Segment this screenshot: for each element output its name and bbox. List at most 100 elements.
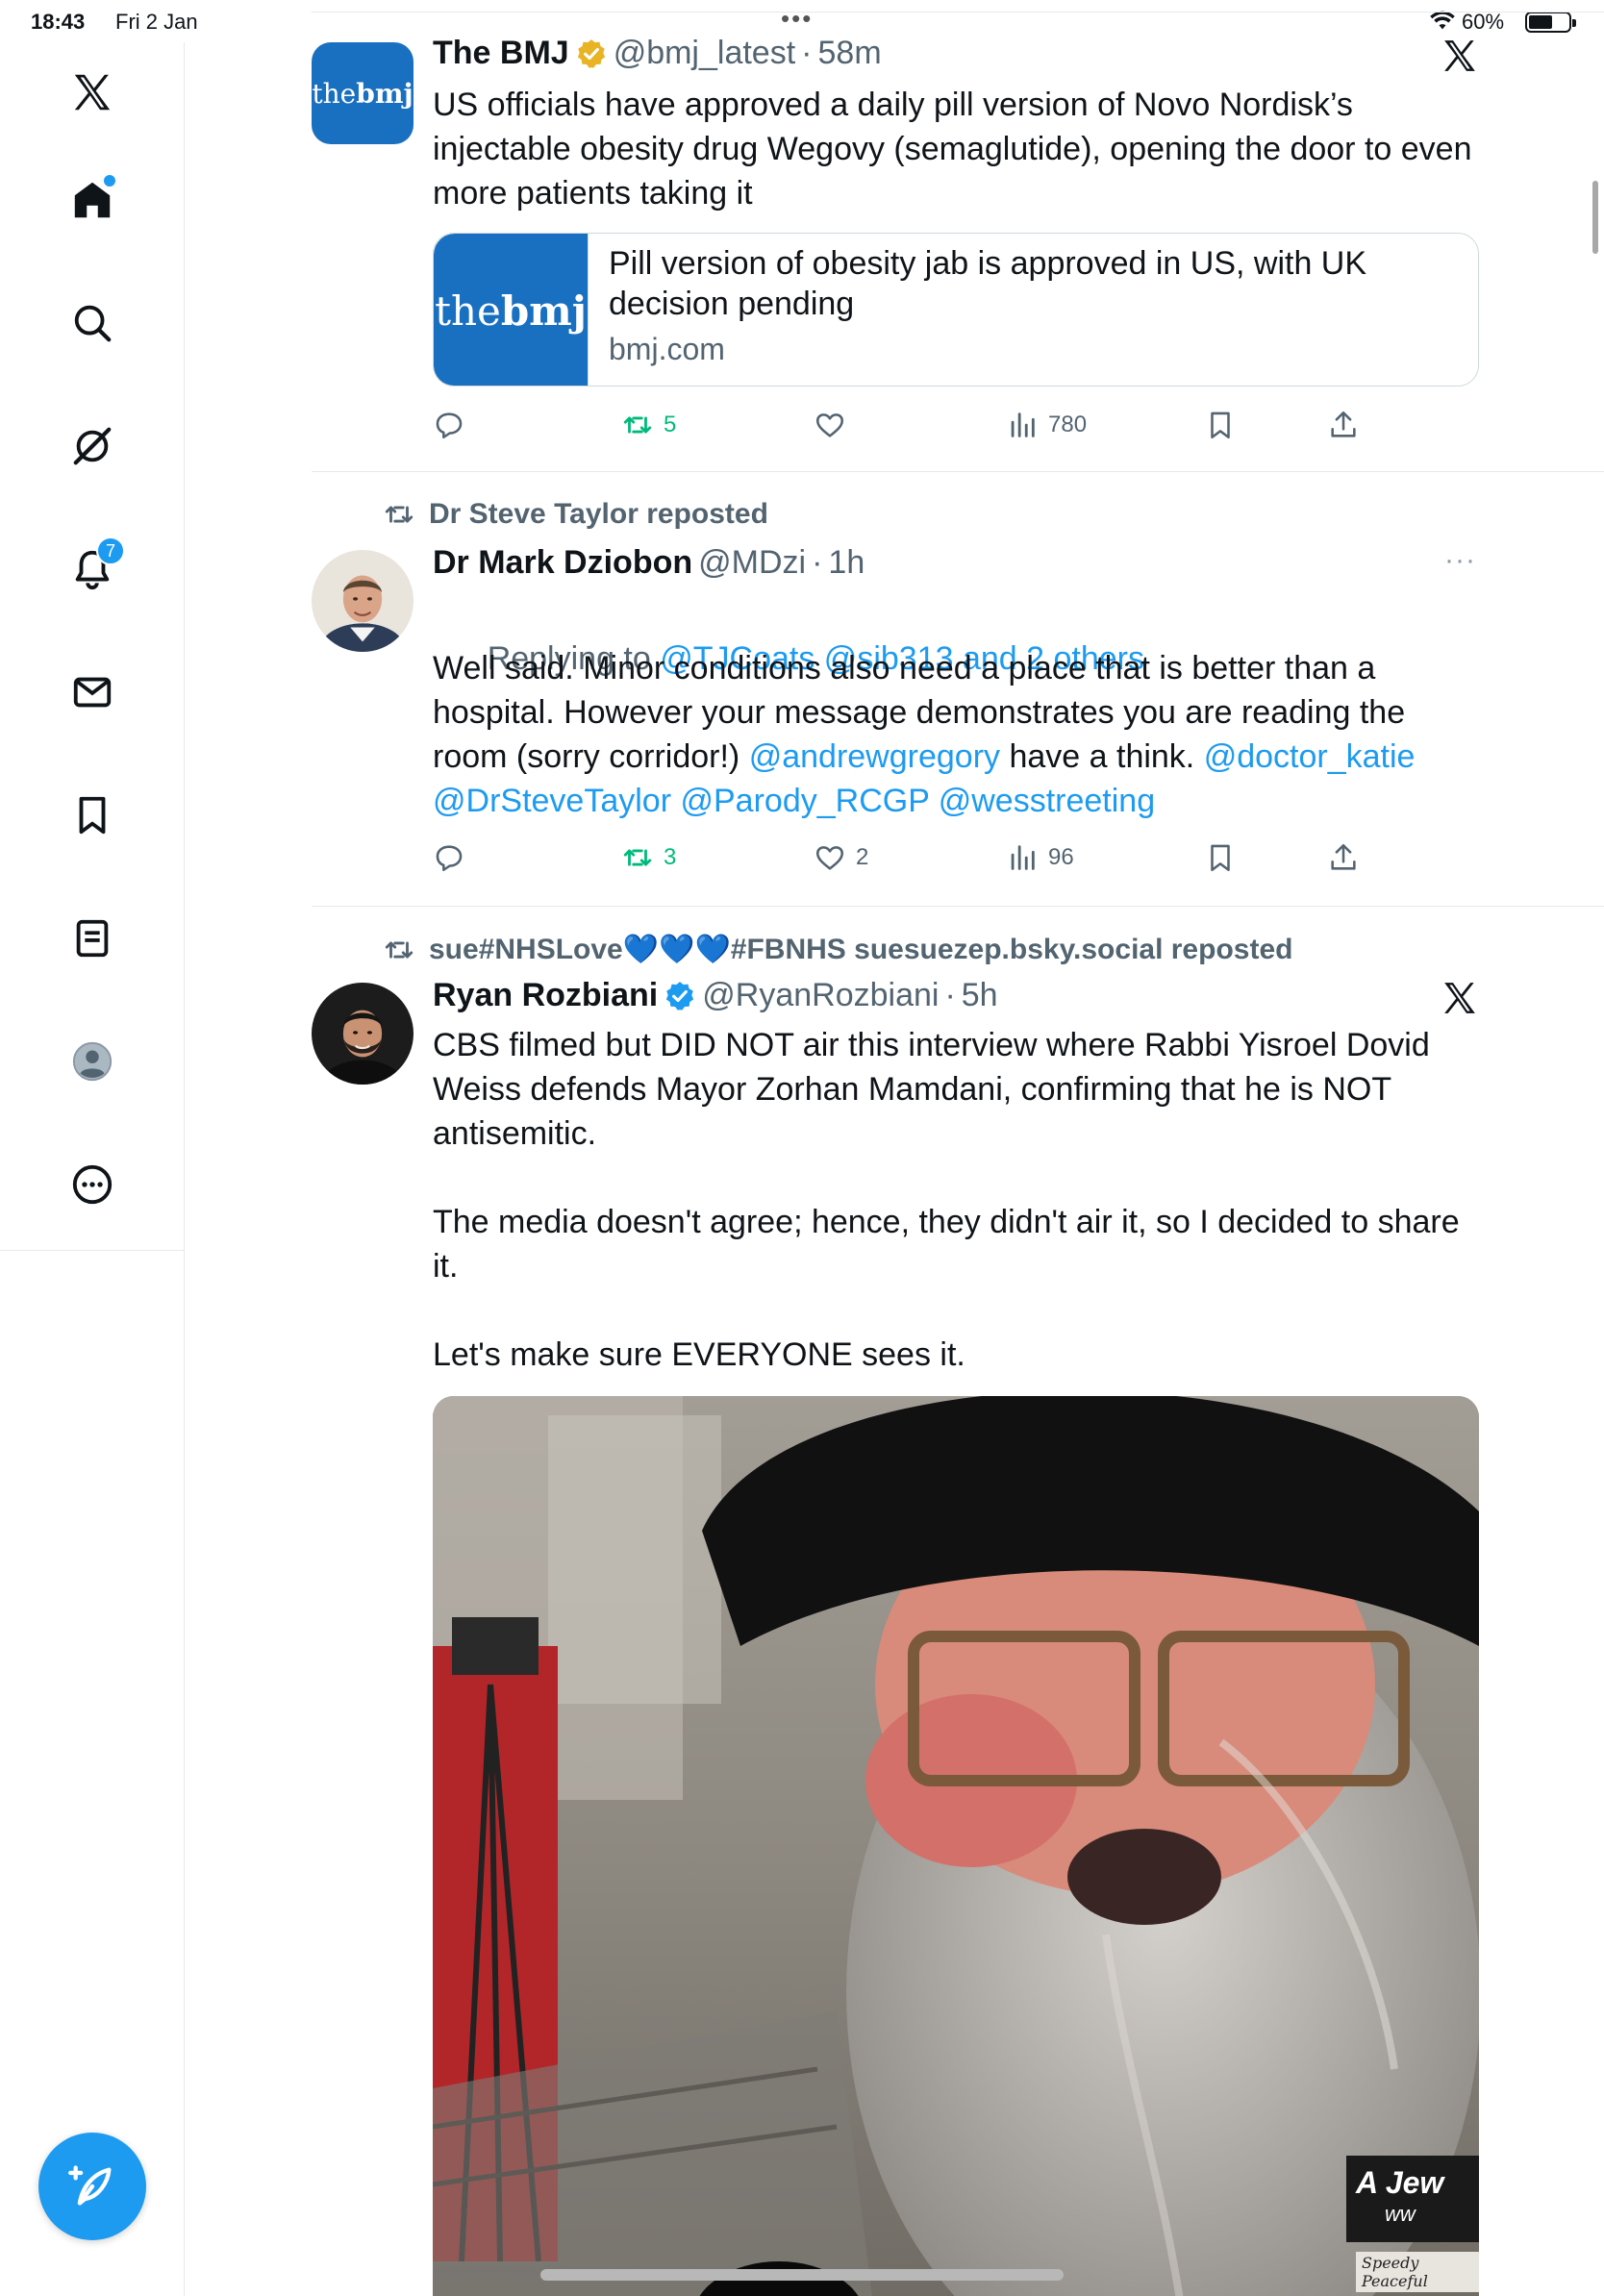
rozbiani-avatar[interactable]: [312, 983, 414, 1085]
mention-link[interactable]: @DrSteveTaylor: [433, 783, 671, 819]
tweet-text: Well said. Minor conditions also need a …: [433, 646, 1481, 823]
author-handle[interactable]: @bmj_latest: [614, 35, 795, 72]
bmj-avatar[interactable]: the bmj: [312, 42, 414, 144]
timeline-feed: the bmj The BMJ @bmj_latest · 58m US offi…: [185, 0, 1604, 2296]
compose-button[interactable]: [38, 2133, 146, 2240]
link-card-thumbnail: the bmj: [434, 234, 588, 386]
sidebar-item-bookmarks[interactable]: [63, 786, 121, 844]
tweet-actions: 5 780: [433, 406, 1394, 444]
analytics-icon: [1011, 845, 1035, 870]
sidebar-item-home[interactable]: [63, 171, 121, 229]
compose-feather-icon: [68, 2165, 112, 2206]
repost-button[interactable]: 3: [621, 838, 676, 877]
tweet-divider: [312, 906, 1604, 907]
bookmark-button[interactable]: [1204, 406, 1237, 444]
author-name[interactable]: The BMJ: [433, 35, 569, 72]
repost-indicator: Dr Steve Taylor reposted: [383, 498, 768, 531]
separator-dot: ·: [812, 544, 823, 581]
sidebar-item-grok[interactable]: [63, 417, 121, 475]
reply-button[interactable]: [433, 838, 475, 877]
author-handle[interactable]: @RyanRozbiani: [702, 977, 939, 1014]
repost-icon: [623, 416, 652, 434]
home-notification-dot: [104, 175, 115, 187]
repost-count: 3: [664, 844, 677, 870]
sidebar-item-more[interactable]: [63, 1156, 121, 1213]
x-logo-icon[interactable]: [63, 63, 121, 121]
reposted-by-text[interactable]: sue#NHSLove💙💙💙#FBNHS suesuezep.bsky.soci…: [429, 933, 1292, 966]
repost-icon: [385, 941, 414, 958]
views-button[interactable]: 96: [1006, 838, 1074, 877]
tweet-time[interactable]: 58m: [818, 35, 882, 72]
person-photo: [312, 550, 414, 652]
tweet-time[interactable]: 1h: [828, 544, 865, 582]
status-time: 18:43: [31, 10, 86, 34]
reply-icon: [436, 412, 463, 439]
sidebar-item-profile[interactable]: [63, 1033, 121, 1090]
link-card-separator: [588, 234, 589, 386]
home-indicator[interactable]: [540, 2269, 1064, 2281]
video-thumbnail: [433, 1396, 1479, 2296]
tweet-time[interactable]: 5h: [962, 977, 998, 1014]
tweet-actions: 3 2 96: [433, 838, 1394, 877]
like-button[interactable]: 2: [814, 838, 868, 877]
link-preview-card[interactable]: the bmj Pill version of obesity jab is ap…: [433, 233, 1479, 387]
bookmark-icon: [79, 796, 106, 835]
heart-icon: [815, 413, 844, 437]
views-button[interactable]: 780: [1006, 406, 1087, 444]
share-button[interactable]: [1327, 406, 1360, 444]
reposted-by-text[interactable]: Dr Steve Taylor reposted: [429, 498, 768, 531]
search-icon: [74, 305, 112, 342]
more-options-button[interactable]: ···: [1444, 544, 1476, 577]
sidebar-item-search[interactable]: [63, 294, 121, 352]
mention-link[interactable]: @Parody_RCGP: [680, 783, 929, 819]
repost-button[interactable]: 5: [621, 406, 676, 444]
thumb-logo-text: the: [435, 287, 501, 335]
share-icon: [1331, 843, 1356, 870]
share-icon: [1331, 411, 1356, 437]
repost-indicator: sue#NHSLove💙💙💙#FBNHS suesuezep.bsky.soci…: [383, 933, 1292, 966]
notifications-badge: 7: [96, 537, 125, 565]
repost-icon: [385, 506, 414, 523]
tweet-text: CBS filmed but DID NOT air this intervie…: [433, 1027, 1460, 1373]
reply-button[interactable]: [433, 406, 475, 444]
avatar-logo-text: the: [312, 77, 357, 110]
analytics-icon: [1011, 412, 1035, 437]
view-count: 96: [1048, 844, 1074, 870]
mention-link[interactable]: @andrewgregory: [749, 738, 1000, 775]
mail-icon: [73, 677, 112, 708]
tweet-divider: [312, 471, 1604, 472]
link-card-domain: bmj.com: [609, 332, 725, 366]
tweet-text: US officials have approved a daily pill …: [433, 87, 1481, 212]
sidebar-item-notifications[interactable]: 7: [63, 537, 125, 598]
mention-link[interactable]: @wesstreeting: [939, 783, 1155, 819]
link-card-title: Pill version of obesity jab is approved …: [609, 245, 1367, 322]
verified-gold-icon: [577, 38, 605, 68]
reply-icon: [436, 845, 463, 872]
person-photo: [312, 983, 414, 1085]
bookmark-button[interactable]: [1204, 838, 1237, 877]
author-handle[interactable]: @MDzi: [698, 544, 806, 582]
mention-link[interactable]: @doctor_katie: [1204, 738, 1416, 775]
x-affiliate-icon: [1444, 983, 1475, 1013]
x-affiliate-icon: [1444, 40, 1475, 71]
tweet-header: Ryan Rozbiani @RyanRozbiani · 5h: [433, 977, 998, 1014]
share-button[interactable]: [1327, 838, 1360, 877]
tweet-header: The BMJ @bmj_latest · 58m: [433, 35, 882, 72]
repost-count: 5: [664, 412, 677, 437]
separator-dot: ·: [944, 977, 956, 1013]
feed-scrollbar[interactable]: [1592, 181, 1598, 254]
view-count: 780: [1048, 412, 1088, 437]
sidebar-divider: [0, 1250, 185, 1251]
like-button[interactable]: [814, 406, 856, 444]
repost-icon: [623, 849, 652, 866]
sidebar-item-lists[interactable]: [63, 910, 121, 967]
avatar-logo-text-bold: bmj: [356, 77, 414, 110]
video-overlay-text-2: ww: [1385, 2202, 1416, 2226]
author-name[interactable]: Dr Mark Dziobon: [433, 544, 692, 582]
mdzi-avatar[interactable]: [312, 550, 414, 652]
separator-dot: ·: [801, 35, 813, 71]
author-name[interactable]: Ryan Rozbiani: [433, 977, 658, 1014]
sidebar-item-messages[interactable]: [63, 663, 121, 721]
bookmark-icon: [1211, 412, 1230, 439]
video-media[interactable]: A Jew ww Speedy Peaceful: [433, 1396, 1479, 2296]
